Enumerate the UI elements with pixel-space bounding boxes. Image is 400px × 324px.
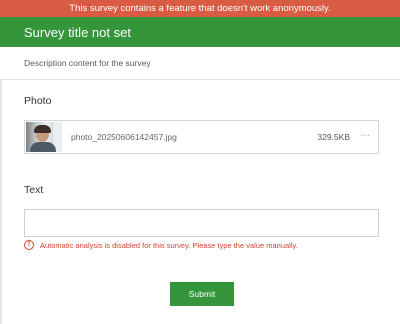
survey-description: Description content for the survey bbox=[0, 47, 400, 80]
more-options-icon[interactable]: ··· bbox=[360, 129, 370, 143]
anonymous-warning-banner: This survey contains a feature that does… bbox=[0, 0, 400, 17]
text-question-label: Text bbox=[24, 184, 44, 196]
description-text: Description content for the survey bbox=[24, 58, 151, 68]
photo-attachment[interactable]: photo_20250606142457.jpg 329.5KB ··· bbox=[24, 120, 379, 154]
photo-question-label: Photo bbox=[24, 95, 52, 107]
attachment-file-name: photo_20250606142457.jpg bbox=[71, 132, 177, 142]
error-message: Automatic analysis is disabled for this … bbox=[40, 240, 298, 250]
survey-header: Survey title not set bbox=[0, 17, 400, 47]
attachment-file-size: 329.5KB bbox=[317, 132, 350, 142]
text-input[interactable] bbox=[24, 209, 379, 237]
photo-thumbnail[interactable] bbox=[26, 122, 62, 152]
submit-button[interactable]: Submit bbox=[170, 282, 234, 306]
warning-banner-text: This survey contains a feature that does… bbox=[69, 3, 331, 14]
validation-error: ! Automatic analysis is disabled for thi… bbox=[24, 239, 298, 251]
error-icon: ! bbox=[24, 240, 34, 250]
form-left-rule bbox=[0, 80, 2, 324]
survey-title: Survey title not set bbox=[24, 24, 131, 40]
